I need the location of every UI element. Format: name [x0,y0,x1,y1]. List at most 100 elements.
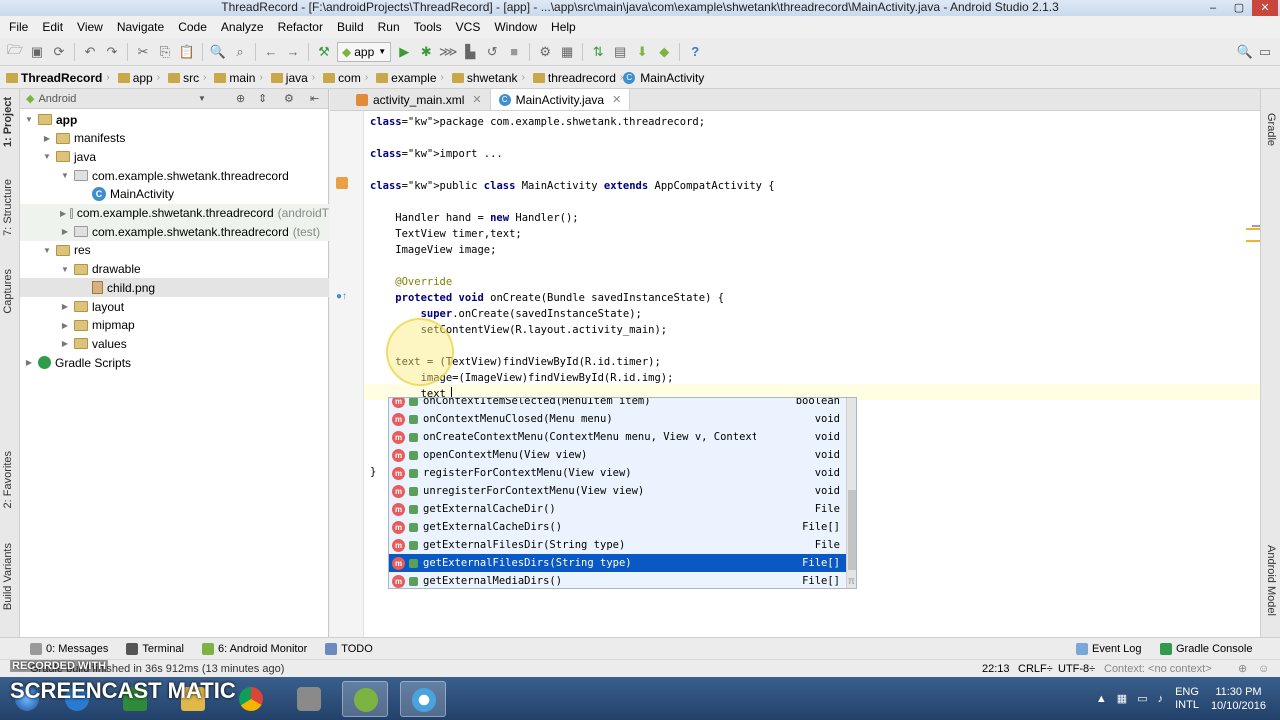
tree-item[interactable]: child.png [20,278,329,298]
make-project-icon[interactable]: ⚒ [315,43,333,61]
show-hidden-icons[interactable]: ▲ [1096,693,1107,705]
warning-stripe[interactable] [1246,240,1260,242]
profile-icon[interactable]: ▙ [461,43,479,61]
autocomplete-item[interactable]: m onCreateContextMenu(ContextMenu menu, V… [389,428,846,446]
save-icon[interactable]: ▣ [28,43,46,61]
paste-icon[interactable]: 📋 [178,43,196,61]
layout-toggle-icon[interactable]: ▭ [1256,43,1274,61]
forward-icon[interactable]: → [284,43,302,61]
autocomplete-item[interactable]: m onContextItemSelected(MenuItem item) boo… [389,398,846,410]
tree-item[interactable]: ▼ app [20,110,329,129]
project-view-selector[interactable]: ◆ Android ▼ ⊕ ⇕ ⚙ ⇤ [20,89,328,109]
tool-window-android-monitor[interactable]: 6: Android Monitor [201,642,307,655]
sdk-manager-icon[interactable]: ⬇ [633,43,651,61]
breadcrumb-item[interactable]: app › [110,71,160,85]
menu-file[interactable]: File [2,16,35,38]
tree-item[interactable]: ▶ layout [20,297,329,316]
autocomplete-item[interactable]: m openContextMenu(View view) void [389,446,846,464]
taskbar-android-studio[interactable] [342,681,388,717]
caret-position[interactable]: 22:13 [982,663,1010,675]
collapsed-arrow-icon[interactable]: ▶ [24,358,34,367]
volume-icon[interactable]: ♪ [1158,693,1164,705]
breadcrumb-item[interactable]: shwetank › [444,71,525,85]
tree-item[interactable]: C MainActivity [20,185,329,204]
network-icon[interactable]: ▦ [1117,692,1127,705]
hide-panel-icon[interactable]: ⇤ [310,92,319,105]
gradle-sync-icon[interactable]: ⇅ [589,43,607,61]
run-configuration-select[interactable]: ◆ app ▼ [337,41,392,62]
menu-run[interactable]: Run [371,16,407,38]
autocomplete-item[interactable]: m getExternalFilesDir(String type) File [389,536,846,554]
breadcrumb-item[interactable]: ThreadRecord › [6,71,110,85]
side-tab-favorites[interactable]: 2: Favorites [2,451,14,508]
menu-vcs[interactable]: VCS [449,16,488,38]
tool-window-gradle-console[interactable]: Gradle Console [1160,642,1252,655]
popup-scrollbar-thumb[interactable] [848,490,856,570]
close-icon[interactable]: ✕ [612,93,621,106]
tree-item[interactable]: ▶ Gradle Scripts [20,353,329,372]
open-folder-icon[interactable]: 🗁 [6,42,24,61]
inspector-icon[interactable]: ☺ [1258,663,1269,675]
tree-item[interactable]: ▶ com.example.shwetank.threadrecord (andro… [20,203,329,223]
find-icon[interactable]: 🔍 [209,43,227,61]
warning-stripe[interactable] [1246,228,1260,230]
menu-code[interactable]: Code [171,16,214,38]
expanded-arrow-icon[interactable]: ▼ [42,152,52,161]
debug-icon[interactable]: ✱ [417,43,435,61]
search-everywhere-icon[interactable]: 🔍 [1236,43,1254,61]
menu-analyze[interactable]: Analyze [214,16,271,38]
battery-icon[interactable]: ▭ [1137,692,1147,705]
tree-item[interactable]: ▼ java [20,147,329,166]
breadcrumb-item[interactable]: java › [263,71,315,85]
file-encoding[interactable]: UTF-8÷ [1058,663,1095,675]
close-window-button[interactable]: ✕ [1252,0,1278,16]
menu-view[interactable]: View [70,16,110,38]
collapsed-arrow-icon[interactable]: ▶ [42,134,52,143]
undo-icon[interactable]: ↶ [81,43,99,61]
replace-icon[interactable]: ⌕ [231,43,249,61]
tab-main-activity-java[interactable]: C MainActivity.java ✕ [490,89,631,110]
breadcrumb-item[interactable]: example › [368,71,444,85]
side-tab-structure[interactable]: 7: Structure [2,179,14,236]
android-device-icon[interactable]: ◆ [655,43,673,61]
sync-icon[interactable]: ⟳ [50,43,68,61]
autocomplete-item[interactable]: m getExternalFilesDirs(String type) File[] [389,554,846,572]
pi-icon[interactable]: π [848,576,858,588]
collapsed-arrow-icon[interactable]: ▶ [60,321,70,330]
side-tab-captures[interactable]: Captures [2,269,14,314]
project-structure-icon[interactable]: ▦ [558,43,576,61]
back-icon[interactable]: ← [262,43,280,61]
language-indicator[interactable]: ENG INTL [1175,686,1199,712]
context-indicator[interactable]: Context: <no context> [1104,663,1212,675]
override-marker-icon[interactable]: ●↑ [336,291,347,302]
expanded-arrow-icon[interactable]: ▼ [24,115,34,124]
line-separator[interactable]: CRLF÷ [1018,663,1053,675]
attach-debugger-icon[interactable]: ⋙ [439,43,458,61]
menu-refactor[interactable]: Refactor [271,16,330,38]
collapsed-arrow-icon[interactable]: ▶ [60,209,66,218]
side-tab-project[interactable]: 1: Project [2,97,14,147]
rerun-icon[interactable]: ↺ [483,43,501,61]
copy-icon[interactable]: ⎘ [156,43,174,61]
collapsed-arrow-icon[interactable]: ▶ [60,227,70,236]
tool-window-terminal[interactable]: Terminal [126,642,184,655]
collapsed-arrow-icon[interactable]: ▶ [60,302,70,311]
breadcrumb-item[interactable]: src › [160,71,206,85]
menu-tools[interactable]: Tools [407,16,449,38]
taskbar-screencast[interactable] [400,681,446,717]
class-marker-icon[interactable] [336,177,348,189]
tree-item[interactable]: ▼ res [20,241,329,260]
lock-icon[interactable]: ⊕ [1238,662,1247,675]
autocomplete-item[interactable]: m unregisterForContextMenu(View view) void [389,482,846,500]
clock[interactable]: 11:30 PM 10/10/2016 [1211,685,1266,713]
autocomplete-item[interactable]: m getExternalMediaDirs() File[] [389,572,846,588]
gear-icon[interactable]: ⚙ [284,92,294,105]
tree-item[interactable]: ▶ com.example.shwetank.threadrecord (test) [20,222,329,242]
menu-help[interactable]: Help [544,16,583,38]
breadcrumb-item[interactable]: C MainActivity [623,71,704,85]
breadcrumb-item[interactable]: threadrecord › [525,71,623,85]
side-tab-build-variants[interactable]: Build Variants [2,543,14,610]
expanded-arrow-icon[interactable]: ▼ [60,265,70,274]
tab-activity-main-xml[interactable]: activity_main.xml ✕ [348,89,491,110]
close-icon[interactable]: ✕ [472,93,481,106]
